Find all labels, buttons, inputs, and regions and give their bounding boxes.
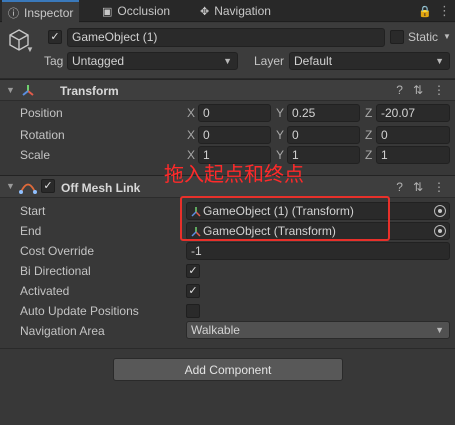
foldout-arrow-icon[interactable]: ▼ xyxy=(6,181,15,191)
transform-header-icons: ? ⇅ ⋮ xyxy=(396,83,445,97)
auto-update-positions-label: Auto Update Positions xyxy=(20,304,139,318)
transform-header[interactable]: ▼ Transform ? ⇅ ⋮ xyxy=(0,79,455,101)
scale-z-field[interactable]: 1 xyxy=(376,146,450,164)
axis-x-label: X xyxy=(187,128,196,142)
position-label: Position xyxy=(20,106,63,120)
activated-label: Activated xyxy=(20,284,70,298)
tab-inspector-label: Inspector xyxy=(24,5,74,20)
kebab-menu-icon[interactable]: ⋮ xyxy=(438,3,451,19)
bi-directional-label: Bi Directional xyxy=(20,264,91,278)
rotation-x-field[interactable]: 0 xyxy=(198,126,271,144)
layer-label: Layer xyxy=(254,54,285,68)
static-dropdown-arrow-icon[interactable]: ▼ xyxy=(443,32,451,41)
offmesh-body: Start GameObject (1) (Transform) End Gam… xyxy=(0,196,455,349)
offmesh-enabled-checkbox[interactable]: ✓ xyxy=(41,179,55,193)
tab-occlusion[interactable]: ▣ Occlusion xyxy=(96,0,176,22)
object-picker-icon[interactable] xyxy=(434,205,446,217)
static-label: Static xyxy=(408,30,439,44)
axis-z-label: Z xyxy=(365,106,373,120)
tab-inspector[interactable]: ⓘ Inspector xyxy=(2,0,80,23)
kebab-menu-icon[interactable]: ⋮ xyxy=(433,180,445,194)
layer-dropdown[interactable]: Default ▼ xyxy=(289,52,450,70)
kebab-menu-icon[interactable]: ⋮ xyxy=(433,83,445,97)
preset-icon[interactable]: ⇅ xyxy=(413,83,423,97)
auto-update-positions-checkbox[interactable] xyxy=(186,304,200,318)
annotation-highlight-box xyxy=(180,196,390,241)
transform-icon xyxy=(22,85,34,96)
rotation-label: Rotation xyxy=(20,128,65,142)
foldout-arrow-icon[interactable]: ▼ xyxy=(6,85,15,95)
lock-icon[interactable]: 🔒 xyxy=(418,5,432,18)
axis-x-label: X xyxy=(187,106,196,120)
cost-override-label: Cost Override xyxy=(20,244,95,258)
offmesh-link-icon xyxy=(19,183,37,194)
rotation-z-field[interactable]: 0 xyxy=(376,126,450,144)
scale-label: Scale xyxy=(20,148,51,162)
help-icon[interactable]: ? xyxy=(396,180,403,194)
tag-dropdown[interactable]: Untagged ▼ xyxy=(67,52,238,70)
tag-label: Tag xyxy=(44,54,64,68)
bi-directional-checkbox[interactable]: ✓ xyxy=(186,264,200,278)
navigation-icon: ✥ xyxy=(200,5,210,18)
position-y-field[interactable]: 0.25 xyxy=(287,104,360,122)
help-icon[interactable]: ? xyxy=(396,83,403,97)
navigation-area-dropdown[interactable]: Walkable ▼ xyxy=(186,321,450,339)
chevron-down-icon: ▼ xyxy=(435,56,444,66)
tab-bar: ⓘ Inspector ▣ Occlusion ✥ Navigation 🔒 ⋮ xyxy=(0,0,455,23)
axis-y-label: Y xyxy=(276,106,285,120)
offmesh-header-icons: ? ⇅ ⋮ xyxy=(396,180,445,194)
tab-navigation-label: Navigation xyxy=(214,4,271,18)
rotation-y-field[interactable]: 0 xyxy=(287,126,360,144)
position-x-field[interactable]: 0 xyxy=(198,104,271,122)
chevron-down-icon: ▼ xyxy=(223,56,232,66)
info-icon: ⓘ xyxy=(8,7,19,20)
static-checkbox[interactable] xyxy=(390,30,404,44)
active-checkbox[interactable]: ✓ xyxy=(48,30,62,44)
tab-occlusion-label: Occlusion xyxy=(117,4,171,18)
activated-checkbox[interactable]: ✓ xyxy=(186,284,200,298)
preset-icon[interactable]: ⇅ xyxy=(413,180,423,194)
transform-title: Transform xyxy=(60,84,119,98)
object-name-field[interactable]: GameObject (1) xyxy=(67,28,385,47)
offmesh-title: Off Mesh Link xyxy=(61,181,141,195)
navigation-area-value: Walkable xyxy=(191,323,240,337)
layer-value: Default xyxy=(294,54,333,68)
axis-z-label: Z xyxy=(365,148,373,162)
object-header: ▼ ✓ GameObject (1) Static ▼ Tag Untagged… xyxy=(0,23,455,79)
axis-z-label: Z xyxy=(365,128,373,142)
section-divider xyxy=(0,348,455,349)
start-label: Start xyxy=(20,204,46,218)
position-z-field[interactable]: -20.07 xyxy=(376,104,450,122)
add-component-button[interactable]: Add Component xyxy=(113,358,343,381)
tag-value: Untagged xyxy=(72,54,125,68)
icon-dropdown-arrow-icon[interactable]: ▼ xyxy=(26,45,34,54)
chevron-down-icon: ▼ xyxy=(435,325,444,335)
object-picker-icon[interactable] xyxy=(434,225,446,237)
occlusion-icon: ▣ xyxy=(102,5,113,18)
tab-navigation[interactable]: ✥ Navigation xyxy=(194,0,277,22)
navigation-area-label: Navigation Area xyxy=(20,324,105,338)
annotation-text: 拖入起点和终点 xyxy=(164,162,304,186)
tab-menu: 🔒 ⋮ xyxy=(418,0,451,22)
axis-y-label: Y xyxy=(276,128,285,142)
end-label: End xyxy=(20,224,42,238)
cost-override-field[interactable]: -1 xyxy=(186,242,450,260)
